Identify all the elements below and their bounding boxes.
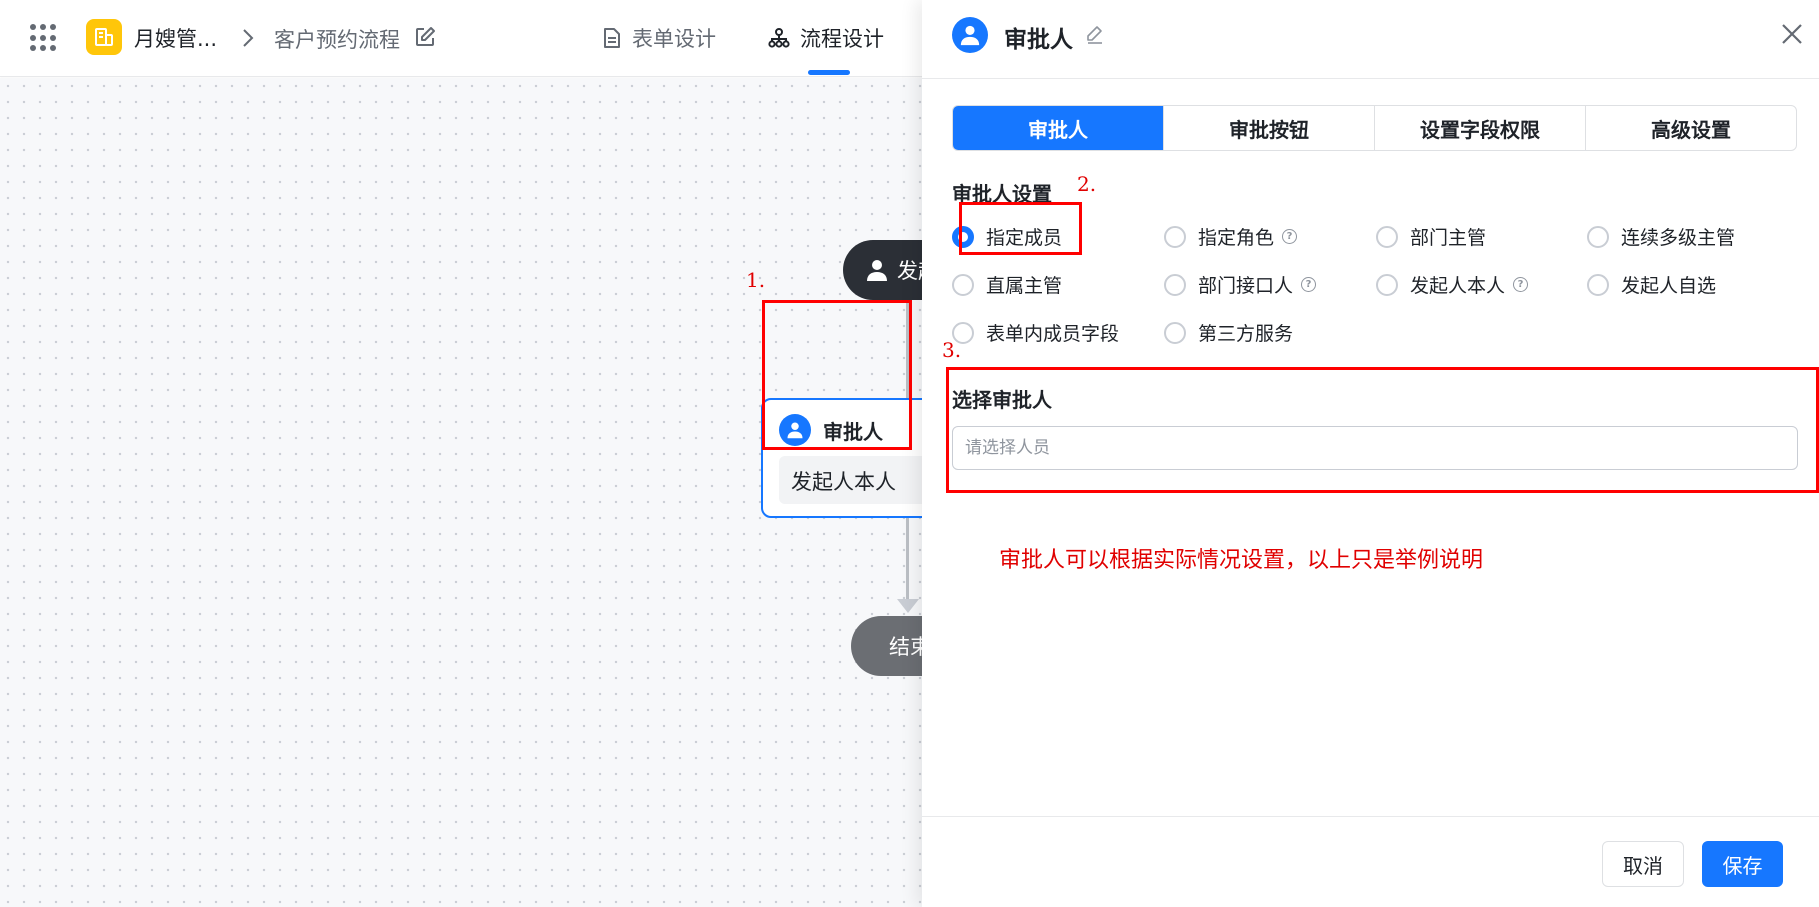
annotation-box-1 — [762, 300, 912, 450]
chevron-right-icon — [243, 29, 254, 47]
flow-chart-icon — [768, 28, 790, 48]
tab-form-design-label: 表单设计 — [632, 27, 716, 51]
user-icon — [867, 260, 887, 281]
radio-label: 连续多级主管 — [1621, 227, 1736, 249]
radio-indicator — [952, 273, 974, 296]
radio-direct-supervisor[interactable]: 直属主管 — [952, 271, 1062, 298]
radio-third-party-service[interactable]: 第三方服务 — [1164, 319, 1293, 346]
tab-flow-design[interactable]: 流程设计 — [768, 22, 884, 54]
app-name[interactable]: 月嫂管... — [134, 23, 217, 53]
radio-indicator — [1587, 225, 1609, 248]
tab-advanced-settings[interactable]: 高级设置 — [1585, 106, 1796, 150]
app-logo-icon — [86, 19, 122, 55]
flow-canvas[interactable]: 发起人 审批人 发起人本人 结束 1. — [0, 78, 983, 907]
workflow-designer: 月嫂管... 客户预约流程 表单设计 流程设计 审批人 发起人本人 结束 1. … — [0, 0, 1819, 907]
close-icon[interactable] — [1780, 22, 1804, 46]
annotation-label-1: 1. — [746, 268, 766, 292]
radio-form-member-field[interactable]: 表单内成员字段 — [952, 319, 1119, 346]
cancel-button[interactable]: 取消 — [1602, 841, 1684, 887]
annotation-label-2: 2. — [1077, 172, 1097, 196]
approver-node-content: 发起人本人 — [779, 456, 939, 504]
apps-grid-icon[interactable] — [30, 24, 58, 52]
radio-dept-head[interactable]: 部门主管 — [1376, 223, 1486, 250]
radio-label: 发起人自选 — [1621, 275, 1717, 297]
help-icon[interactable]: ? — [1282, 229, 1298, 244]
radio-label: 直属主管 — [986, 275, 1063, 297]
help-icon[interactable]: ? — [1513, 277, 1529, 292]
radio-initiator-choose[interactable]: 发起人自选 — [1587, 271, 1716, 298]
radio-label: 表单内成员字段 — [986, 323, 1120, 345]
radio-indicator — [1376, 225, 1398, 248]
annotation-box-3 — [946, 367, 1819, 493]
edit-icon[interactable] — [414, 26, 436, 48]
tab-field-permissions[interactable]: 设置字段权限 — [1374, 106, 1585, 150]
tab-flow-design-label: 流程设计 — [800, 27, 884, 51]
radio-label: 部门接口人 — [1198, 275, 1294, 297]
drawer-header: 审批人 — [922, 0, 1819, 79]
document-icon — [604, 28, 620, 48]
tab-approval-buttons[interactable]: 审批按钮 — [1163, 106, 1374, 150]
radio-indicator — [1164, 273, 1186, 296]
annotation-label-3: 3. — [942, 338, 962, 362]
flow-arrow-icon — [897, 599, 919, 613]
radio-label: 指定角色 — [1198, 227, 1275, 249]
radio-label: 部门主管 — [1410, 227, 1487, 249]
radio-indicator — [1164, 225, 1186, 248]
annotation-note: 审批人可以根据实际情况设置，以上只是举例说明 — [999, 548, 1484, 573]
radio-initiator-self[interactable]: 发起人本人 ? — [1376, 271, 1529, 298]
approver-user-icon — [952, 17, 988, 53]
drawer-footer: 取消 保存 — [922, 816, 1819, 907]
radio-indicator — [1164, 321, 1186, 344]
radio-dept-contact[interactable]: 部门接口人 ? — [1164, 271, 1317, 298]
radio-multi-level-heads[interactable]: 连续多级主管 — [1587, 223, 1735, 250]
radio-label: 发起人本人 — [1410, 275, 1506, 297]
radio-label: 第三方服务 — [1198, 323, 1294, 345]
tab-form-design[interactable]: 表单设计 — [602, 22, 716, 54]
approver-settings-drawer: 审批人 审批人 审批按钮 设置字段权限 高级设置 审批人设置 2. 指定成员 指 — [922, 0, 1819, 907]
annotation-box-2 — [959, 202, 1082, 255]
help-icon[interactable]: ? — [1301, 277, 1317, 292]
settings-tabs: 审批人 审批按钮 设置字段权限 高级设置 — [952, 105, 1797, 151]
breadcrumb-page-name: 客户预约流程 — [274, 28, 400, 52]
radio-indicator — [1587, 273, 1609, 296]
pencil-icon[interactable] — [1085, 24, 1105, 44]
save-button[interactable]: 保存 — [1702, 841, 1783, 887]
radio-indicator — [1376, 273, 1398, 296]
active-tab-indicator — [808, 70, 850, 75]
tab-approver[interactable]: 审批人 — [953, 106, 1163, 150]
drawer-title: 审批人 — [1004, 27, 1073, 53]
radio-specified-role[interactable]: 指定角色 ? — [1164, 223, 1298, 250]
